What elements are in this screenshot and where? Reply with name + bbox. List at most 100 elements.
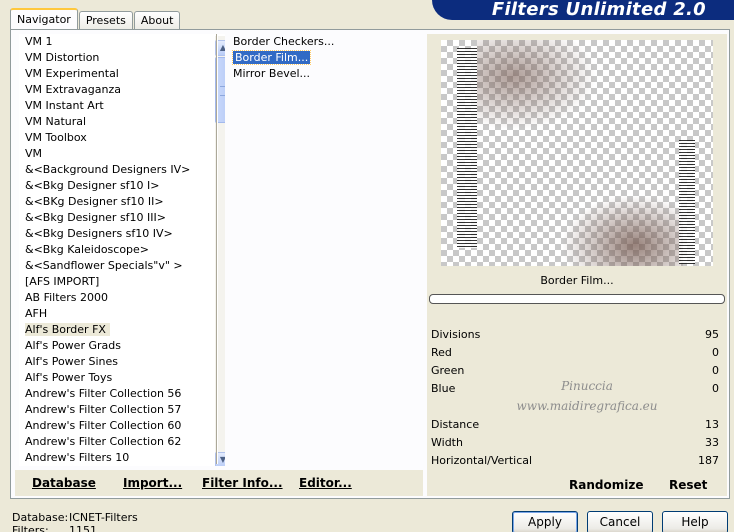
filters-count-value: 1151 bbox=[69, 524, 97, 532]
tab-navigator[interactable]: Navigator bbox=[10, 8, 78, 30]
category-item[interactable]: &<Sandflower Specials"v" > bbox=[19, 258, 225, 274]
category-item-label: Alf's Power Grads bbox=[25, 339, 121, 352]
category-item[interactable]: &<BKg Designer sf10 II> bbox=[19, 194, 225, 210]
category-item[interactable]: Andrew's Filter Collection 60 bbox=[19, 418, 225, 434]
category-items: VM 1 VM Distortion VM Experimental VM Extra… bbox=[19, 34, 225, 466]
category-item[interactable]: VM Experimental bbox=[19, 66, 225, 82]
parameter-value: 95 bbox=[705, 328, 719, 341]
category-item-label: AB Filters 2000 bbox=[25, 291, 109, 304]
parameter-label: Red bbox=[431, 346, 452, 359]
parameter-sliders: Divisions 95 Red 0 Green 0 Blue 0 Distance 13 Wid… bbox=[427, 326, 727, 470]
filter-info-button[interactable]: Filter Info... bbox=[202, 476, 283, 490]
filter-item-label: Border Film... bbox=[231, 50, 312, 65]
parameter-slider[interactable]: Distance 13 bbox=[427, 416, 727, 434]
randomize-button[interactable]: Randomize bbox=[569, 478, 643, 492]
category-item[interactable]: Andrew's Filter Collection 62 bbox=[19, 434, 225, 450]
category-item[interactable]: Alf's Power Sines bbox=[19, 354, 225, 370]
tab-about[interactable]: About bbox=[133, 11, 181, 30]
parameter-label: Green bbox=[431, 364, 465, 377]
filter-list[interactable]: Border Checkers... Border Film... Mirror B… bbox=[227, 34, 421, 466]
category-item[interactable]: Andrew's Filter Collection 57 bbox=[19, 402, 225, 418]
parameter-value: 33 bbox=[705, 436, 719, 449]
preview-film-strip-right bbox=[679, 140, 695, 264]
category-item[interactable]: VM Instant Art bbox=[19, 98, 225, 114]
database-value: ICNET-Filters bbox=[69, 511, 138, 524]
category-item[interactable]: Alf's Power Toys bbox=[19, 370, 225, 386]
preview-shadow-bottom bbox=[563, 196, 683, 266]
parameter-label: Distance bbox=[431, 418, 480, 431]
help-button[interactable]: Help bbox=[662, 511, 728, 532]
filter-preview-image[interactable] bbox=[441, 40, 713, 266]
category-item-label: VM 1 bbox=[25, 35, 53, 48]
list-divider bbox=[216, 34, 218, 464]
category-item-label: &<Bkg Designers sf10 IV> bbox=[25, 227, 173, 240]
category-item[interactable]: VM bbox=[19, 146, 225, 162]
category-item[interactable]: &<Bkg Kaleidoscope> bbox=[19, 242, 225, 258]
apply-button[interactable]: Apply bbox=[512, 511, 578, 532]
filter-item[interactable]: Mirror Bevel... bbox=[231, 66, 421, 82]
parameter-value: 0 bbox=[712, 382, 719, 395]
parameter-value: 0 bbox=[712, 364, 719, 377]
parameter-slider[interactable]: Green 0 bbox=[427, 362, 727, 380]
navigator-panel: VM 1 VM Distortion VM Experimental VM Extra… bbox=[10, 29, 730, 499]
category-item-label: &<Background Designers IV> bbox=[25, 163, 191, 176]
category-item-label: VM Extravaganza bbox=[25, 83, 122, 96]
category-item[interactable]: Andrew's Filters 10 bbox=[19, 450, 225, 466]
category-item-label: [AFS IMPORT] bbox=[25, 275, 100, 288]
preview-film-strip-left bbox=[457, 48, 477, 248]
parameter-label: Blue bbox=[431, 382, 456, 395]
reset-button[interactable]: Reset bbox=[669, 478, 707, 492]
parameter-slider[interactable]: Blue 0 bbox=[427, 380, 727, 398]
parameter-slider[interactable]: Width 33 bbox=[427, 434, 727, 452]
category-item[interactable]: [AFS IMPORT] bbox=[19, 274, 225, 290]
import-button[interactable]: Import... bbox=[123, 476, 182, 490]
category-item[interactable]: Andrew's Filter Collection 56 bbox=[19, 386, 225, 402]
category-item[interactable]: AB Filters 2000 bbox=[19, 290, 225, 306]
progress-bar bbox=[429, 294, 725, 304]
filter-items: Border Checkers... Border Film... Mirror B… bbox=[227, 34, 421, 82]
category-item[interactable]: &<Background Designers IV> bbox=[19, 162, 225, 178]
filter-item-label: Border Checkers... bbox=[233, 35, 335, 48]
parameter-value: 13 bbox=[705, 418, 719, 431]
category-item[interactable]: &<Bkg Designers sf10 IV> bbox=[19, 226, 225, 242]
database-label: Database: bbox=[12, 511, 69, 524]
category-item-label: VM Instant Art bbox=[25, 99, 104, 112]
category-item[interactable]: AFH bbox=[19, 306, 225, 322]
category-list[interactable]: VM 1 VM Distortion VM Experimental VM Extra… bbox=[19, 34, 225, 466]
preview-actions: Randomize Reset bbox=[427, 474, 727, 496]
category-item[interactable]: VM Natural bbox=[19, 114, 225, 130]
category-item-label: &<Sandflower Specials"v" > bbox=[25, 259, 183, 272]
category-item[interactable]: &<Bkg Designer sf10 I> bbox=[19, 178, 225, 194]
category-item-label: Alf's Power Sines bbox=[25, 355, 118, 368]
status-info: Database: ICNET-Filters Filters: 1151 bbox=[12, 511, 138, 532]
category-item[interactable]: Alf's Border FX bbox=[19, 322, 225, 338]
category-item-label: VM bbox=[25, 147, 43, 160]
category-item-label: VM Experimental bbox=[25, 67, 119, 80]
parameter-slider[interactable]: Divisions 95 bbox=[427, 326, 727, 344]
app-title-banner: Filters Unlimited 2.0 bbox=[432, 0, 734, 20]
category-item-label: AFH bbox=[25, 307, 48, 320]
category-item[interactable]: VM Toolbox bbox=[19, 130, 225, 146]
tab-presets[interactable]: Presets bbox=[78, 11, 133, 30]
tab-strip: Navigator Presets About bbox=[10, 8, 181, 30]
cancel-button[interactable]: Cancel bbox=[587, 511, 653, 532]
editor-button[interactable]: Editor... bbox=[299, 476, 352, 490]
category-item-label: VM Toolbox bbox=[25, 131, 87, 144]
category-item[interactable]: VM 1 bbox=[19, 34, 225, 50]
category-item-label: &<Bkg Designer sf10 I> bbox=[25, 179, 160, 192]
filter-item[interactable]: Border Checkers... bbox=[231, 34, 421, 50]
category-item-label: VM Distortion bbox=[25, 51, 100, 64]
category-item[interactable]: Alf's Power Grads bbox=[19, 338, 225, 354]
parameter-label: Divisions bbox=[431, 328, 481, 341]
parameter-slider[interactable]: Red 0 bbox=[427, 344, 727, 362]
database-button[interactable]: Database bbox=[32, 476, 96, 490]
category-item[interactable]: VM Distortion bbox=[19, 50, 225, 66]
filter-item[interactable]: Border Film... bbox=[231, 50, 421, 66]
category-item[interactable]: &<Bkg Designer sf10 III> bbox=[19, 210, 225, 226]
preview-section: Border Film... Divisions 95 Red 0 Green 0 Blue… bbox=[427, 34, 727, 496]
category-item[interactable]: VM Extravaganza bbox=[19, 82, 225, 98]
category-item-label: Alf's Power Toys bbox=[25, 371, 113, 384]
filters-count-label: Filters: bbox=[12, 524, 49, 532]
navigator-toolbar: Database Import... Filter Info... Editor… bbox=[15, 470, 423, 496]
parameter-slider[interactable]: Horizontal/Vertical 187 bbox=[427, 452, 727, 470]
